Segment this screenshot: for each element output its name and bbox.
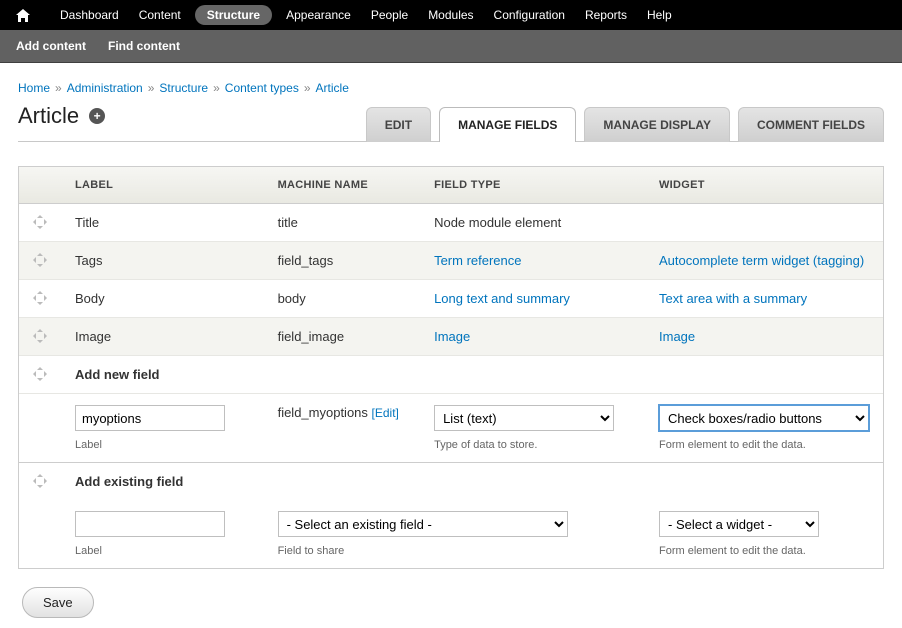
new-field-label-input[interactable] — [75, 405, 225, 431]
existing-widget-help: Form element to edit the data. — [659, 545, 869, 557]
table-row: Bodybody Long text and summary Text area w… — [19, 280, 883, 318]
new-field-machine-name: field_myoptions [Edit] — [278, 405, 399, 420]
tab-manage-display[interactable]: MANAGE DISPLAY — [584, 107, 730, 142]
manage-fields-table: LABEL MACHINE NAME FIELD TYPE WIDGET Tit… — [18, 166, 884, 569]
existing-widget-select[interactable]: - Select a widget - — [659, 511, 819, 537]
field-widget-link[interactable]: Autocomplete term widget (tagging) — [659, 253, 864, 268]
table-row: Imagefield_imageImageImage — [19, 318, 883, 356]
field-type-link[interactable]: Long text and summary — [434, 291, 570, 306]
field-type-link[interactable]: Term reference — [434, 253, 521, 268]
table-row: TitletitleNode module element — [19, 204, 883, 242]
col-label: LABEL — [61, 167, 264, 204]
field-label: Tags — [61, 242, 264, 280]
add-existing-field-heading: Add existing field — [61, 463, 883, 500]
field-machine-name: field_tags — [264, 242, 421, 280]
top-admin-bar: DashboardContentStructureAppearancePeopl… — [0, 0, 902, 30]
field-label: Body — [61, 280, 264, 318]
col-type: FIELD TYPE — [420, 167, 645, 204]
field-type: Term reference — [420, 242, 645, 280]
field-widget: Image — [645, 318, 883, 356]
existing-field-help: Field to share — [278, 545, 631, 557]
topnav-item-appearance[interactable]: Appearance — [276, 0, 361, 30]
edit-machine-name-link[interactable]: [Edit] — [372, 406, 399, 420]
topnav-item-dashboard[interactable]: Dashboard — [50, 0, 129, 30]
existing-field-label-input[interactable] — [75, 511, 225, 537]
breadcrumb-link[interactable]: Administration — [67, 81, 143, 95]
breadcrumb: Home»Administration»Structure»Content ty… — [18, 81, 884, 95]
topnav-item-people[interactable]: People — [361, 0, 418, 30]
field-machine-name: body — [264, 280, 421, 318]
field-type-link[interactable]: Image — [434, 329, 470, 344]
field-label: Title — [61, 204, 264, 242]
field-type: Image — [420, 318, 645, 356]
drag-handle-icon[interactable] — [33, 329, 47, 343]
home-icon[interactable] — [6, 0, 40, 30]
shortcut-add-content[interactable]: Add content — [16, 39, 100, 53]
field-widget: Autocomplete term widget (tagging) — [645, 242, 883, 280]
breadcrumb-link[interactable]: Content types — [225, 81, 299, 95]
field-widget-link[interactable]: Text area with a summary — [659, 291, 807, 306]
col-widget: WIDGET — [645, 167, 883, 204]
shortcut-find-content[interactable]: Find content — [108, 39, 194, 53]
local-tasks-tabs: EDITMANAGE FIELDSMANAGE DISPLAYCOMMENT F… — [366, 107, 884, 142]
tab-manage-fields[interactable]: MANAGE FIELDS — [439, 107, 576, 142]
drag-handle-icon[interactable] — [33, 215, 47, 229]
new-field-label-help: Label — [75, 439, 250, 451]
drag-handle-icon[interactable] — [33, 474, 47, 488]
add-shortcut-icon[interactable]: + — [89, 108, 105, 124]
drag-handle-icon[interactable] — [33, 291, 47, 305]
new-field-widget-help: Form element to edit the data. — [659, 439, 869, 451]
field-machine-name: title — [264, 204, 421, 242]
field-widget — [645, 204, 883, 242]
topnav-item-configuration[interactable]: Configuration — [484, 0, 575, 30]
page-title: Article + — [18, 103, 105, 129]
new-field-widget-select[interactable]: Check boxes/radio buttons — [659, 405, 869, 431]
existing-field-label-help: Label — [75, 545, 250, 557]
col-machine: MACHINE NAME — [264, 167, 421, 204]
topnav-item-help[interactable]: Help — [637, 0, 682, 30]
new-field-type-help: Type of data to store. — [434, 439, 631, 451]
topnav-item-structure[interactable]: Structure — [195, 5, 272, 25]
new-field-type-select[interactable]: List (text) — [434, 405, 614, 431]
tab-edit[interactable]: EDIT — [366, 107, 431, 142]
field-type: Node module element — [420, 204, 645, 242]
table-row: Tagsfield_tags Term reference Autocomplete… — [19, 242, 883, 280]
breadcrumb-link[interactable]: Structure — [159, 81, 208, 95]
topnav-item-content[interactable]: Content — [129, 0, 191, 30]
field-label: Image — [61, 318, 264, 356]
breadcrumb-link[interactable]: Article — [316, 81, 349, 95]
tab-comment-fields[interactable]: COMMENT FIELDS — [738, 107, 884, 142]
field-widget-link[interactable]: Image — [659, 329, 695, 344]
field-machine-name: field_image — [264, 318, 421, 356]
drag-handle-icon[interactable] — [33, 367, 47, 381]
shortcut-bar: Add content Find content — [0, 30, 902, 63]
field-widget: Text area with a summary — [645, 280, 883, 318]
drag-handle-icon[interactable] — [33, 253, 47, 267]
topnav-item-reports[interactable]: Reports — [575, 0, 637, 30]
field-type: Long text and summary — [420, 280, 645, 318]
existing-field-select[interactable]: - Select an existing field - — [278, 511, 568, 537]
topnav-item-modules[interactable]: Modules — [418, 0, 483, 30]
breadcrumb-link[interactable]: Home — [18, 81, 50, 95]
save-button[interactable]: Save — [22, 587, 94, 618]
add-new-field-heading: Add new field — [61, 356, 883, 394]
